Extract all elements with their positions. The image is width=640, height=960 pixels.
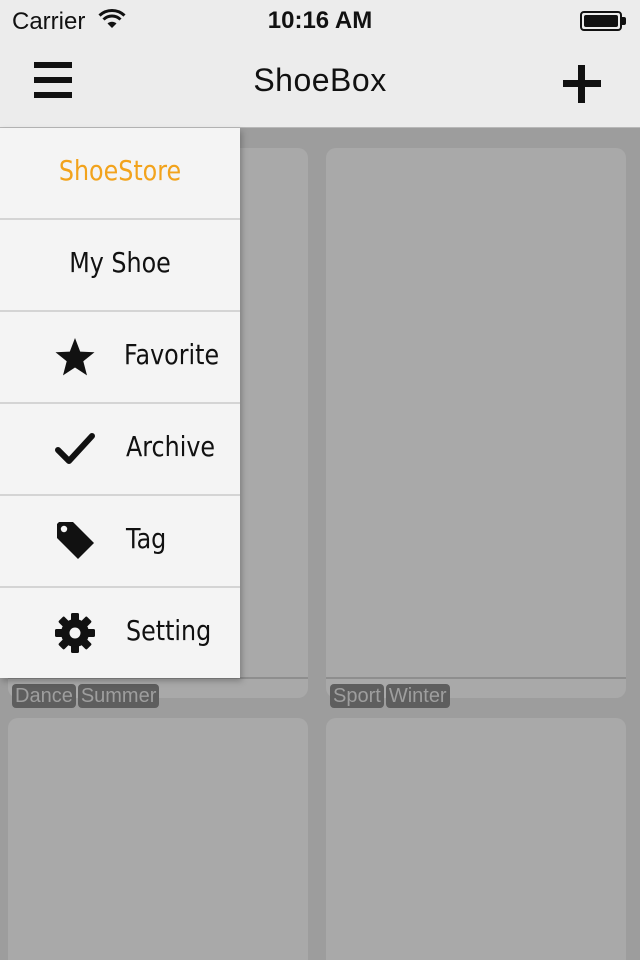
tag-icon xyxy=(57,522,94,559)
tag-badge: Sport xyxy=(330,684,384,708)
status-time: 10:16 AM xyxy=(267,7,373,34)
shoe-card[interactable] xyxy=(8,718,308,960)
menu-item-favorite[interactable]: Favorite xyxy=(0,312,240,404)
menu-item-label: My Shoe xyxy=(69,246,171,279)
gear-icon xyxy=(55,613,95,653)
tag-badge: Summer xyxy=(77,684,160,708)
menu-item-tag[interactable]: Tag xyxy=(0,496,240,588)
side-menu: ShoeStore My Shoe Favorite Archive Tag S… xyxy=(0,128,240,678)
menu-item-label: Archive xyxy=(126,430,216,463)
menu-item-archive[interactable]: Archive xyxy=(0,404,240,496)
menu-item-my-shoe[interactable]: My Shoe xyxy=(0,220,240,312)
status-bar: Carrier 10:16 AM xyxy=(0,0,640,40)
star-icon xyxy=(55,338,95,376)
menu-item-setting[interactable]: Setting xyxy=(0,588,240,680)
shoe-card[interactable]: Sport Winter xyxy=(326,148,626,708)
menu-item-label: ShoeStore xyxy=(58,154,182,187)
menu-item-shoestore[interactable]: ShoeStore xyxy=(0,128,240,220)
menu-item-label: Favorite xyxy=(124,338,220,371)
navigation-bar: Carrier 10:16 AM ShoeBox xyxy=(0,0,640,128)
tag-badge: Winter xyxy=(385,684,450,708)
battery-icon xyxy=(580,11,626,31)
menu-item-label: Tag xyxy=(126,522,167,555)
tag-badge: Dance xyxy=(12,684,76,708)
shoe-card[interactable] xyxy=(326,718,626,960)
add-button[interactable] xyxy=(556,58,608,110)
menu-item-label: Setting xyxy=(126,614,212,647)
page-title: ShoeBox xyxy=(253,62,387,98)
checkmark-icon xyxy=(55,433,95,464)
